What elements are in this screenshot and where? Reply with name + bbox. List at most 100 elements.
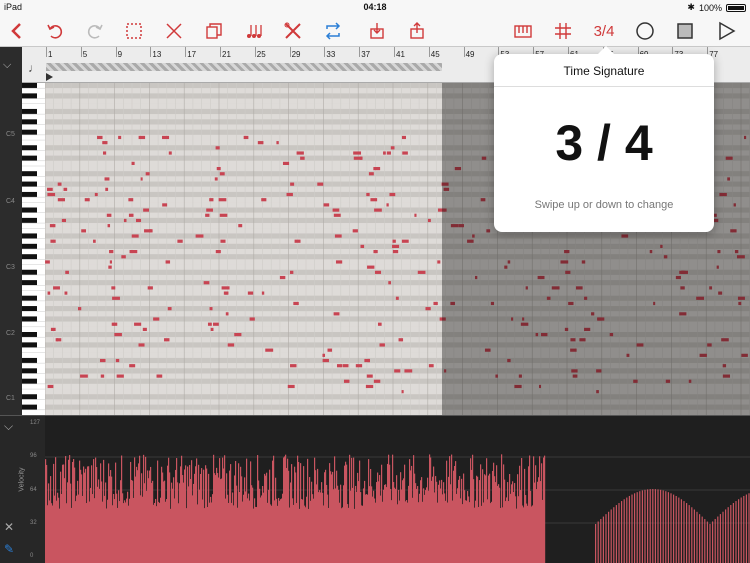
playhead-marker[interactable] [46,73,53,81]
velocity-bar [699,514,701,563]
popover-divider [494,86,714,87]
midi-note [261,291,265,295]
note-value-icon[interactable]: ♩ [28,61,40,75]
midi-note [392,250,399,254]
midi-note [427,218,431,223]
midi-note [220,239,226,243]
black-key [22,295,37,301]
black-key [22,93,37,99]
time-signature-popover[interactable]: Time Signature 3 / 4 Swipe up or down to… [494,46,714,232]
keyboard-button[interactable] [510,18,536,44]
redo-icon [87,24,103,39]
midi-note [131,234,139,238]
black-key [22,357,37,364]
keyboard-icon [514,25,532,38]
midi-note [238,224,243,228]
midi-note [57,198,65,202]
midi-note [247,291,254,295]
chevron-down-icon[interactable]: ⌵ [4,419,13,434]
bar-tick [115,47,117,57]
midi-note [336,364,343,368]
midi-note [203,281,210,285]
bar-number: 45 [430,50,440,59]
bar-number: 25 [256,50,266,59]
midi-note [168,151,172,155]
velocity-bar [600,519,602,563]
black-key [22,129,37,135]
black-key [22,145,37,151]
bar-tick [359,47,361,57]
delete-button[interactable] [161,18,187,44]
grid-button[interactable] [550,18,576,44]
black-key [22,119,37,125]
bar-number: 41 [396,50,405,59]
back-button[interactable] [4,18,30,44]
midi-note [293,301,299,306]
bar-tick [324,47,326,57]
stop-icon [677,23,693,39]
redo-button[interactable] [82,18,108,44]
loop-button[interactable] [320,18,346,44]
velocity-bar [665,491,667,563]
midi-note [414,213,417,217]
play-button[interactable] [713,18,739,44]
bar-number: 49 [465,50,475,59]
time-signature-button[interactable]: 3/4 [588,18,620,44]
chevron-down-icon[interactable]: ⌵ [3,59,11,72]
black-key [22,207,37,213]
piano-keys[interactable] [22,83,45,415]
midi-note [433,301,438,306]
velocity-lane: ⌵ Velocity 127 96 64 32 0 ✕ ✎ [0,415,750,563]
black-key [22,306,37,312]
midi-note [215,146,220,150]
bar-tick [289,47,291,57]
midi-note [234,333,242,337]
velocity-bar [738,499,740,563]
loop-region[interactable] [46,63,442,71]
select-button[interactable] [121,18,147,44]
velocity-bar [639,491,641,563]
midi-note [153,317,160,321]
close-icon[interactable]: ✕ [4,520,14,534]
midi-note [162,135,170,140]
copy-icon [206,23,222,39]
black-key [22,368,37,374]
midi-note [47,384,54,389]
velocity-bar [717,516,719,563]
velocity-bars[interactable] [45,416,750,563]
velocity-bar [680,499,682,563]
bar-tick [185,47,187,57]
tools-button[interactable] [280,18,306,44]
midi-note [149,229,153,233]
black-key [22,191,37,198]
midi-note [395,296,399,300]
piano-keyboard[interactable] [22,83,45,415]
midi-note [353,151,362,155]
record-button[interactable] [632,18,658,44]
midi-note [417,270,426,274]
velocity-bar [634,493,636,563]
share-button[interactable] [404,18,430,44]
bar-number: 29 [291,50,301,59]
undo-button[interactable] [42,18,68,44]
midi-note [129,364,136,368]
midi-note [53,286,60,290]
copy-button[interactable] [201,18,227,44]
velocity-bar [719,514,721,563]
midi-note [294,239,301,243]
velocity-bar [597,521,599,563]
velocity-bar [714,518,716,563]
velocity-bar [628,495,630,563]
time-signature-value[interactable]: 3 / 4 [494,114,714,172]
velocity-bar [647,489,649,563]
velocity-bar [678,497,680,563]
pencil-icon[interactable]: ✎ [4,542,14,556]
midi-note [370,198,378,202]
bar-number: 37 [361,50,371,59]
midi-note [205,213,210,217]
stop-button[interactable] [672,18,698,44]
bar-tick [80,47,82,57]
midi-note [123,218,127,223]
quantize-button[interactable] [241,18,267,44]
import-button[interactable] [364,18,390,44]
